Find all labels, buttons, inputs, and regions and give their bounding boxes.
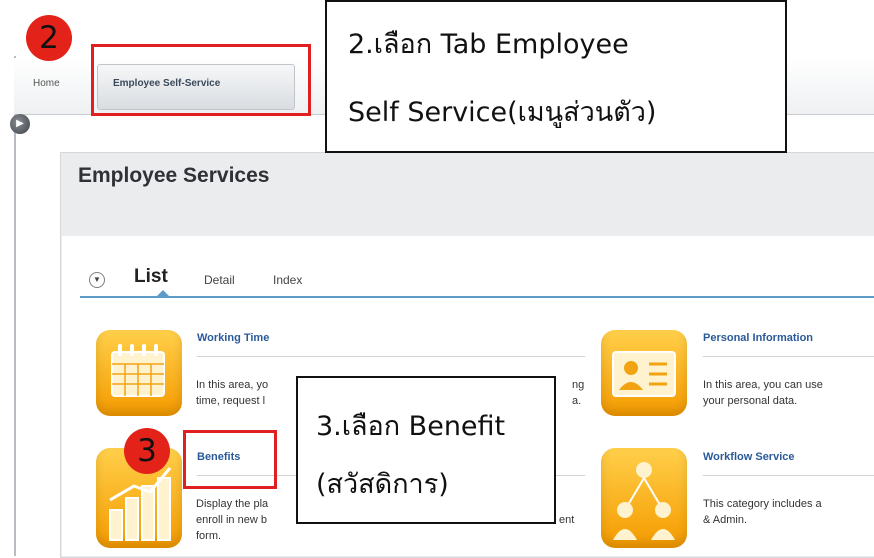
nav-home-link[interactable]: Home (33, 78, 60, 89)
step-2-callout: 2.เลือก Tab Employee Self Service(เมนูส่… (325, 0, 787, 153)
tile-benefits-desc-2-tail: ent (559, 514, 575, 526)
tile-workflow-service-desc-1: This category includes a (703, 498, 822, 510)
tab-index[interactable]: Index (273, 273, 302, 287)
tile-workflow-service-desc-2: & Admin. (703, 514, 748, 526)
page-title: Employee Services (78, 164, 270, 187)
id-card-icon[interactable] (601, 330, 687, 416)
expand-sidebar-icon[interactable]: ▶ (10, 114, 30, 134)
workflow-icon[interactable] (601, 448, 687, 548)
collapse-icon[interactable]: ▼ (89, 272, 105, 288)
step-3-text-line-2: (สวัสดิการ) (316, 469, 449, 500)
active-tab-caret (156, 290, 170, 297)
tile-divider (703, 356, 874, 357)
calendar-icon[interactable] (96, 330, 182, 416)
step-3-callout: 3.เลือก Benefit (สวัสดิการ) (296, 376, 556, 524)
step-2-badge: 2 (26, 15, 72, 61)
tile-personal-information-desc-1: In this area, you can use (703, 379, 823, 391)
highlight-employee-self-service (91, 44, 311, 116)
tile-working-time-desc-1-tail: ng (572, 379, 585, 391)
tile-benefits-desc-2: enroll in new b (196, 514, 267, 526)
step-2-text-line-1: 2.เลือก Tab Employee (348, 29, 629, 60)
highlight-benefits (183, 430, 277, 489)
tab-list[interactable]: List (134, 266, 168, 288)
step-3-badge: 3 (124, 428, 170, 474)
tile-working-time-desc-2: time, request l (196, 395, 266, 407)
tile-working-time-desc-2-tail: a. (572, 395, 582, 407)
tile-working-time-desc-1: In this area, yo (196, 379, 269, 391)
tile-divider (703, 475, 874, 476)
tab-underline (80, 296, 874, 298)
step-2-text-line-2: Self Service(เมนูส่วนตัว) (348, 97, 657, 128)
tile-personal-information-desc-2: your personal data. (703, 395, 798, 407)
tile-workflow-service-title[interactable]: Workflow Service (703, 451, 795, 463)
tile-benefits-desc-1: Display the pla (196, 498, 269, 510)
tab-detail[interactable]: Detail (204, 273, 235, 287)
tile-benefits-desc-3: form. (196, 530, 222, 542)
tile-divider (197, 356, 585, 357)
step-3-text-line-1: 3.เลือก Benefit (316, 411, 506, 442)
tile-working-time-title[interactable]: Working Time (197, 332, 269, 344)
tile-personal-information-title[interactable]: Personal Information (703, 332, 813, 344)
